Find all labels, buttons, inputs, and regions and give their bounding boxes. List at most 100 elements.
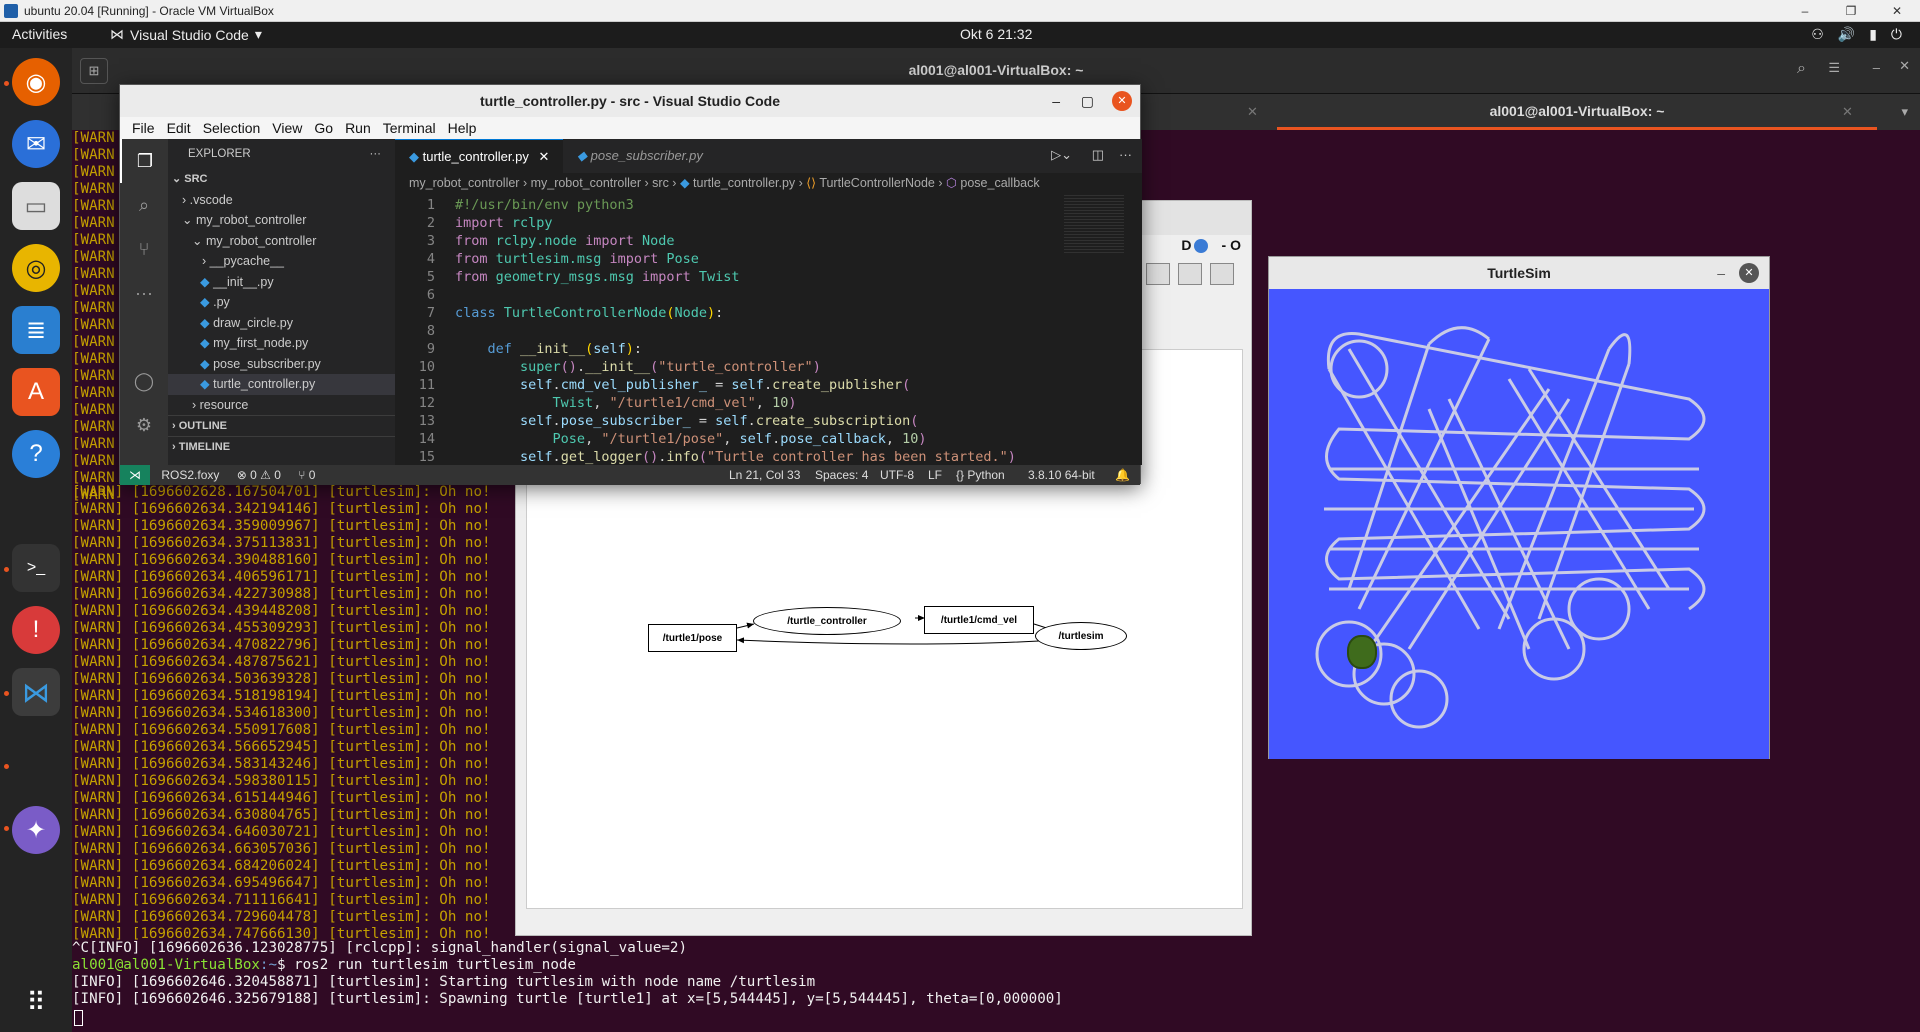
- run-icon[interactable]: ▷⌄: [1051, 147, 1072, 163]
- thunderbird-icon[interactable]: ✉: [12, 120, 60, 168]
- tab-pose-subscriber[interactable]: ◆ pose_subscriber.py: [563, 139, 731, 173]
- tree-item[interactable]: › resource: [168, 395, 395, 416]
- status-encoding[interactable]: UTF-8: [880, 465, 914, 485]
- status-interpreter[interactable]: 3.8.10 64-bit: [1028, 465, 1095, 485]
- search-icon[interactable]: ⌕: [1797, 60, 1806, 78]
- account-icon[interactable]: ◯: [120, 359, 168, 403]
- firefox-icon[interactable]: ◉: [12, 58, 60, 106]
- graph-node-cmd-vel[interactable]: /turtle1/cmd_vel: [924, 606, 1034, 634]
- minimize-button[interactable]: –: [1782, 0, 1828, 22]
- menu-file[interactable]: File: [126, 120, 161, 136]
- ros-app-icon[interactable]: ✦: [12, 806, 60, 854]
- breadcrumb-item[interactable]: src: [652, 176, 669, 190]
- minimap[interactable]: [1064, 195, 1124, 255]
- tree-item[interactable]: ◆ .py: [168, 292, 395, 313]
- search-icon[interactable]: ⌕: [120, 183, 168, 227]
- outline-section[interactable]: › OUTLINE: [168, 415, 395, 436]
- graph-node-pose[interactable]: /turtle1/pose: [648, 624, 737, 652]
- help-icon[interactable]: [1193, 239, 1208, 254]
- close-icon[interactable]: ✕: [1112, 91, 1132, 111]
- power-icon[interactable]: ⏻: [1891, 26, 1902, 43]
- new-tab-icon[interactable]: ⊞: [80, 58, 108, 84]
- status-branch[interactable]: ROS2.foxy: [161, 468, 219, 482]
- menu-view[interactable]: View: [266, 120, 308, 136]
- tab-close-icon[interactable]: ✕: [1842, 104, 1853, 120]
- tree-folder-src[interactable]: ⌄ SRC: [168, 169, 395, 190]
- maximize-icon[interactable]: ▢: [1081, 85, 1094, 117]
- tree-item[interactable]: ◆ pose_subscriber.py: [168, 354, 395, 375]
- network-icon[interactable]: ⚇: [1811, 26, 1824, 43]
- more-actions-icon[interactable]: ···: [1119, 147, 1132, 162]
- tab-close-icon[interactable]: ✕: [538, 149, 549, 164]
- settings-gear-icon[interactable]: ⚙: [120, 403, 168, 447]
- section-label: TIMELINE: [178, 440, 231, 453]
- fit-view-icon[interactable]: [1210, 263, 1234, 285]
- more-icon[interactable]: ···: [120, 271, 168, 315]
- tree-item-selected[interactable]: ◆ turtle_controller.py: [168, 374, 395, 395]
- notifications-bell-icon[interactable]: 🔔: [1115, 465, 1130, 485]
- more-actions-icon[interactable]: ···: [370, 139, 382, 169]
- close-button[interactable]: ✕: [1874, 0, 1920, 22]
- save-dot-icon[interactable]: [1178, 263, 1202, 285]
- minimize-icon[interactable]: –: [1052, 85, 1060, 117]
- breadcrumb-item[interactable]: turtle_controller.py: [693, 176, 795, 190]
- close-icon[interactable]: ✕: [1899, 58, 1910, 74]
- hamburger-menu-icon[interactable]: ☰: [1828, 60, 1840, 76]
- tree-item[interactable]: › __pycache__: [168, 251, 395, 272]
- status-eol[interactable]: LF: [928, 465, 942, 485]
- tree-item[interactable]: ⌄ my_robot_controller: [168, 210, 395, 231]
- help-icon[interactable]: ?: [12, 430, 60, 478]
- breadcrumb-item[interactable]: pose_callback: [960, 176, 1039, 190]
- graph-node-controller[interactable]: /turtle_controller: [753, 607, 901, 635]
- breadcrumb-item[interactable]: my_robot_controller: [531, 176, 641, 190]
- graph-node-turtlesim[interactable]: /turtlesim: [1035, 622, 1127, 650]
- menu-go[interactable]: Go: [308, 120, 339, 136]
- minimize-icon[interactable]: –: [1873, 60, 1880, 75]
- status-ports[interactable]: ⑂ 0: [298, 468, 315, 482]
- breadcrumb-item[interactable]: TurtleControllerNode: [819, 176, 935, 190]
- close-icon[interactable]: ✕: [1739, 263, 1759, 283]
- battery-icon[interactable]: ▮: [1869, 26, 1877, 43]
- save-image-icon[interactable]: [1146, 263, 1170, 285]
- tab-close-icon[interactable]: ✕: [1247, 104, 1258, 120]
- tree-item[interactable]: › .vscode: [168, 190, 395, 211]
- update-icon[interactable]: !: [12, 606, 60, 654]
- volume-icon[interactable]: 🔊: [1838, 26, 1855, 43]
- tab-turtle-controller[interactable]: ◆ turtle_controller.py ✕: [395, 139, 563, 173]
- tree-item[interactable]: ◆ my_first_node.py: [168, 333, 395, 354]
- remote-icon[interactable]: ⋊: [120, 465, 150, 485]
- source-control-icon[interactable]: ⑂: [120, 227, 168, 271]
- rhythmbox-icon[interactable]: ◎: [12, 244, 60, 292]
- menu-edit[interactable]: Edit: [161, 120, 197, 136]
- tree-item[interactable]: ◆ draw_circle.py: [168, 313, 395, 334]
- terminal-line: [WARN: [72, 368, 115, 384]
- timeline-section[interactable]: › TIMELINE: [168, 435, 395, 457]
- status-language[interactable]: {} Python: [956, 465, 1005, 485]
- status-spaces[interactable]: Spaces: 4: [815, 465, 868, 485]
- app-menu[interactable]: ⋈ Visual Studio Code ▾: [110, 26, 262, 43]
- terminal-icon[interactable]: >_: [12, 544, 60, 592]
- tabs-menu-icon[interactable]: ▾: [1901, 104, 1908, 120]
- app-grid-icon[interactable]: ⠿: [12, 978, 60, 1026]
- vscode-icon[interactable]: ⋈: [12, 668, 60, 716]
- clock[interactable]: Okt 6 21:32: [960, 26, 1032, 42]
- tree-item[interactable]: ⌄ my_robot_controller: [168, 231, 395, 252]
- software-icon[interactable]: A: [12, 368, 60, 416]
- maximize-button[interactable]: ❐: [1828, 0, 1874, 22]
- tree-item[interactable]: ◆ __init__.py: [168, 272, 395, 293]
- menu-terminal[interactable]: Terminal: [377, 120, 442, 136]
- menu-help[interactable]: Help: [442, 120, 483, 136]
- breadcrumb-item[interactable]: my_robot_controller: [409, 176, 519, 190]
- split-editor-icon[interactable]: ◫: [1092, 147, 1104, 163]
- terminal-tab-active[interactable]: al001@al001-VirtualBox: ~: [1277, 94, 1877, 130]
- status-cursor-position[interactable]: Ln 21, Col 33: [729, 465, 800, 485]
- activities-button[interactable]: Activities: [12, 26, 67, 42]
- menu-selection[interactable]: Selection: [197, 120, 267, 136]
- terminal-line: [WARN: [72, 232, 115, 248]
- files-icon[interactable]: ▭: [12, 182, 60, 230]
- writer-icon[interactable]: ≣: [12, 306, 60, 354]
- explorer-icon[interactable]: ❐: [120, 139, 168, 183]
- status-problems[interactable]: ⊗ 0 ⚠ 0: [237, 468, 281, 482]
- minimize-icon[interactable]: –: [1717, 257, 1725, 289]
- menu-run[interactable]: Run: [339, 120, 377, 136]
